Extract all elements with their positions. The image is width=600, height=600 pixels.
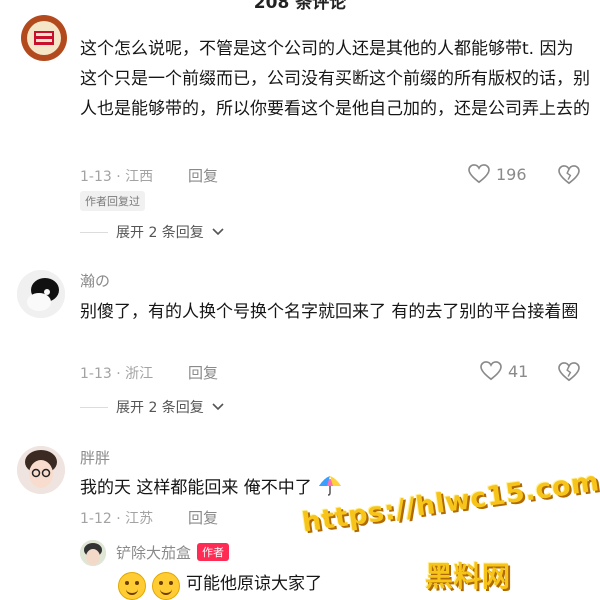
author-tag: 作者 xyxy=(197,543,230,561)
comment-username[interactable]: 胖胖 xyxy=(80,447,110,468)
divider-line xyxy=(80,231,108,233)
reply-button[interactable]: 回复 xyxy=(188,507,218,528)
divider-line xyxy=(80,406,108,408)
reply-button[interactable]: 回复 xyxy=(188,165,218,186)
comment-text: 这个怎么说呢，不管是这个公司的人还是其他的人都能够带t. 因为这个只是一个前缀而… xyxy=(80,39,590,119)
like-count: 196 xyxy=(496,164,527,184)
chevron-down-icon xyxy=(212,228,224,236)
comment-text: 别傻了，有的人换个号换个名字就回来了 有的去了别的平台接着圈 xyxy=(80,302,579,322)
avatar-image-icon xyxy=(17,270,65,318)
chevron-down-icon xyxy=(212,403,224,411)
watermark-name: 黑料网 xyxy=(425,560,511,593)
expand-replies-button[interactable]: 展开 2 条回复 xyxy=(80,397,224,417)
comment-date-location: 1-13 · 浙江 xyxy=(80,366,154,382)
avatar-image-icon xyxy=(80,540,106,566)
reply-username[interactable]: 铲除大茄盒 作者 xyxy=(116,542,230,563)
author-replied-badge: 作者回复过 xyxy=(80,191,145,211)
avatar[interactable] xyxy=(17,446,65,494)
heart-icon xyxy=(480,361,502,381)
like-button[interactable]: 196 xyxy=(468,164,527,184)
smile-emoji-icon xyxy=(152,572,180,600)
smile-emoji-icon xyxy=(118,572,146,600)
avatar-image-icon xyxy=(21,15,67,61)
comment-count-title: 208 条评论 xyxy=(253,0,347,13)
comment-text-content: 我的天 这样都能回来 俺不中了 xyxy=(80,478,312,498)
comment-username[interactable]: 瀚の xyxy=(80,270,110,291)
dislike-button[interactable] xyxy=(558,165,580,189)
avatar[interactable] xyxy=(17,270,65,318)
reply-avatar[interactable] xyxy=(80,540,106,566)
reply-username-text: 铲除大茄盒 xyxy=(116,544,192,562)
dislike-button[interactable] xyxy=(558,362,580,386)
expand-replies-button[interactable]: 展开 2 条回复 xyxy=(80,222,224,242)
avatar[interactable] xyxy=(20,14,68,62)
expand-replies-label: 展开 2 条回复 xyxy=(116,400,204,416)
reply-button[interactable]: 回复 xyxy=(188,362,218,383)
expand-replies-label: 展开 2 条回复 xyxy=(116,225,204,241)
like-button[interactable]: 41 xyxy=(480,361,528,381)
heart-icon xyxy=(468,164,490,184)
comment-date-location: 1-12 · 江苏 xyxy=(80,511,154,527)
broken-heart-icon xyxy=(558,165,580,185)
like-count: 41 xyxy=(508,361,529,381)
broken-heart-icon xyxy=(558,362,580,382)
avatar-image-icon xyxy=(17,446,65,494)
umbrella-emoji-icon xyxy=(319,476,342,496)
reply-text: 可能他原谅大家了 xyxy=(186,574,322,594)
comment-date-location: 1-13 · 江西 xyxy=(80,169,154,185)
